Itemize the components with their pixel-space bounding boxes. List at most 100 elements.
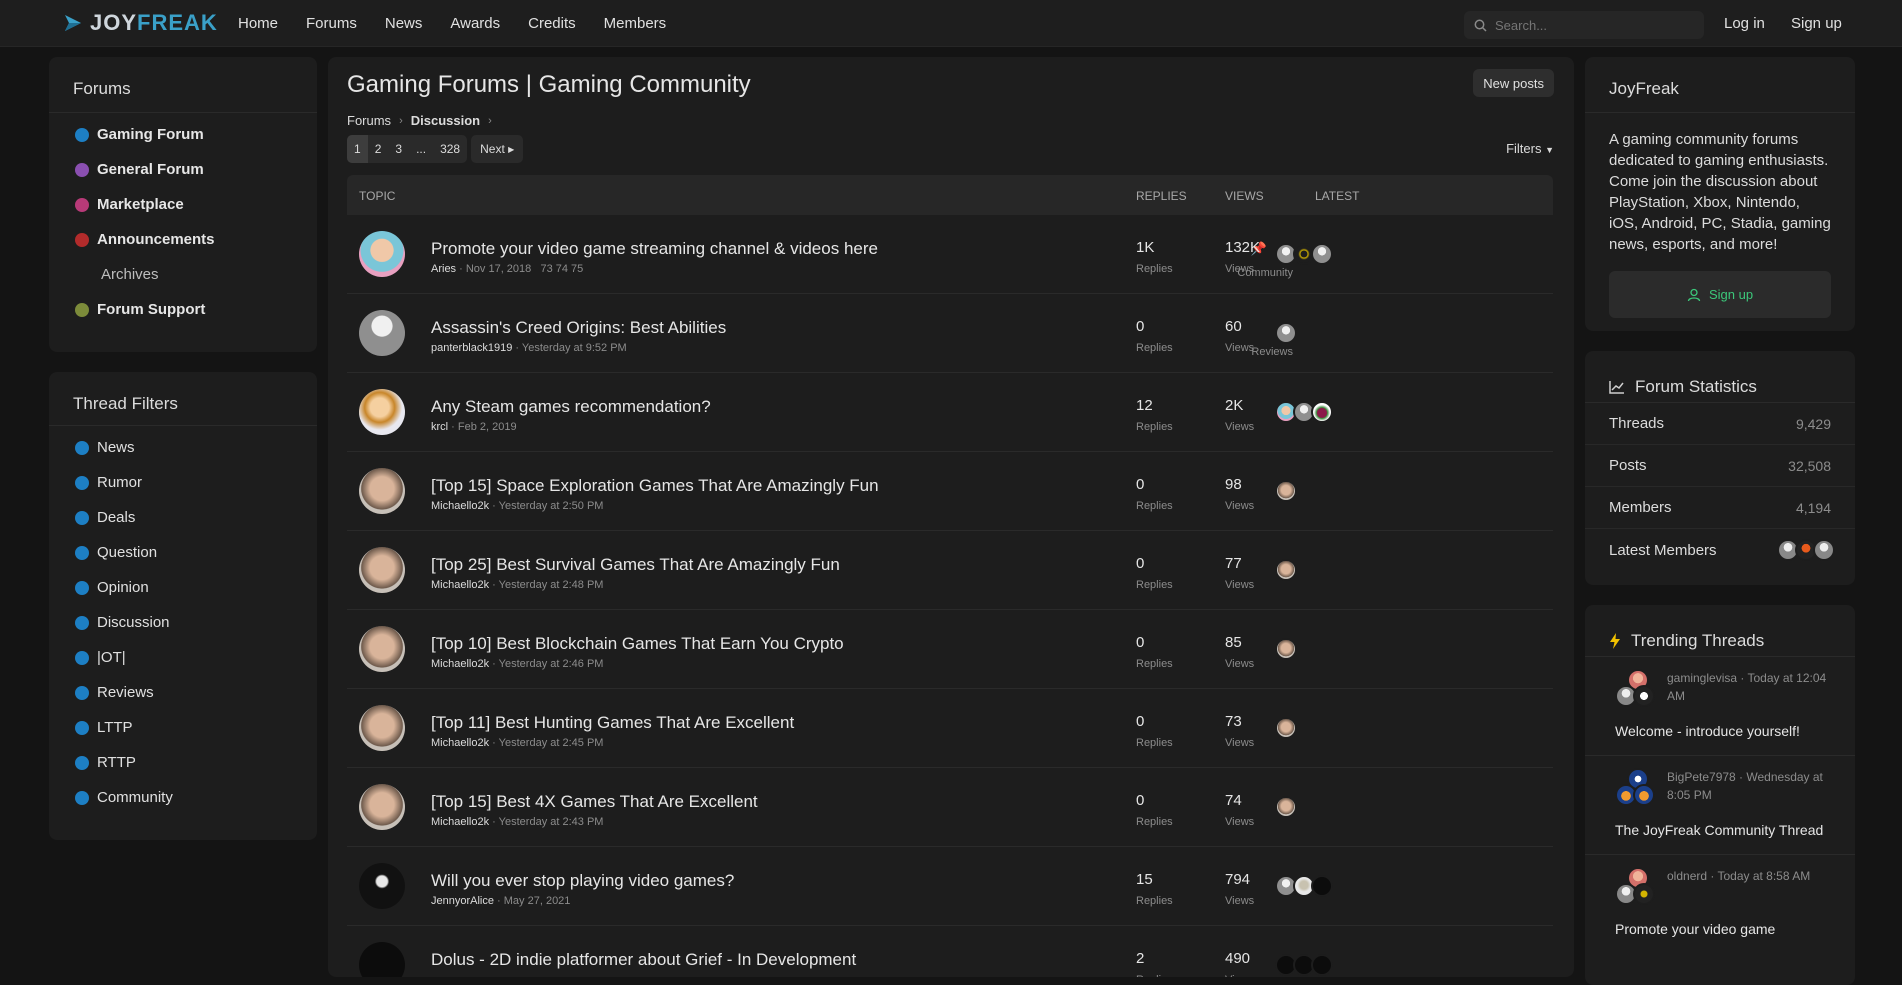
latest-poster-avatar[interactable] xyxy=(1275,559,1297,581)
nav-news[interactable]: News xyxy=(371,15,437,32)
thread-title[interactable]: Any Steam games recommendation? xyxy=(431,397,711,417)
thread-filter-item[interactable]: RTTP xyxy=(49,745,317,780)
thread-title[interactable]: [Top 11] Best Hunting Games That Are Exc… xyxy=(431,713,794,733)
author-avatar[interactable] xyxy=(359,389,405,435)
thread-filter-item[interactable]: Rumor xyxy=(49,465,317,500)
latest-poster-avatar[interactable] xyxy=(1275,322,1297,344)
thread-title[interactable]: [Top 10] Best Blockchain Games That Earn… xyxy=(431,634,844,654)
page-2[interactable]: 2 xyxy=(368,135,389,163)
thread-row[interactable]: Dolus - 2D indie platformer about Grief … xyxy=(347,926,1553,977)
latest-poster-avatar[interactable] xyxy=(1311,401,1333,423)
thread-author[interactable]: Michaello2k xyxy=(431,816,489,828)
thread-filter-item[interactable]: Discussion xyxy=(49,605,317,640)
author-avatar[interactable] xyxy=(359,705,405,751)
thread-filter-item[interactable]: News xyxy=(49,430,317,465)
thread-filter-item[interactable]: Question xyxy=(49,535,317,570)
trending-item[interactable]: oldnerd · Today at 8:58 AM Promote your … xyxy=(1585,855,1855,939)
author-avatar[interactable] xyxy=(359,468,405,514)
thread-row[interactable]: Will you ever stop playing video games? J… xyxy=(347,847,1553,926)
thread-row[interactable]: Promote your video game streaming channe… xyxy=(347,215,1553,294)
thread-author[interactable]: Aries xyxy=(431,263,456,275)
thread-date[interactable]: Yesterday at 2:50 PM xyxy=(499,500,604,512)
thread-filter-item[interactable]: LTTP xyxy=(49,710,317,745)
author-avatar[interactable] xyxy=(359,784,405,830)
sidebar-item-forum[interactable]: Archives xyxy=(49,257,317,292)
thread-date[interactable]: Yesterday at 9:52 PM xyxy=(522,342,627,354)
page-3[interactable]: 3 xyxy=(388,135,409,163)
thread-row[interactable]: Assassin's Creed Origins: Best Abilities… xyxy=(347,294,1553,373)
thread-title[interactable]: Dolus - 2D indie platformer about Grief … xyxy=(431,950,856,970)
author-avatar[interactable] xyxy=(359,547,405,593)
thread-filter-item[interactable]: Community xyxy=(49,780,317,815)
breadcrumb-discussion[interactable]: Discussion xyxy=(411,113,480,128)
trending-item[interactable]: BigPete7978 · Wednesday at 8:05 PM The J… xyxy=(1585,756,1855,855)
thread-row[interactable]: [Top 10] Best Blockchain Games That Earn… xyxy=(347,610,1553,689)
thread-date[interactable]: May 27, 2021 xyxy=(504,895,571,907)
latest-poster-avatar[interactable] xyxy=(1275,638,1297,660)
thread-row[interactable]: [Top 25] Best Survival Games That Are Am… xyxy=(347,531,1553,610)
thread-row[interactable]: [Top 15] Space Exploration Games That Ar… xyxy=(347,452,1553,531)
thread-title[interactable]: Promote your video game streaming channe… xyxy=(431,239,878,259)
thread-filter-item[interactable]: Reviews xyxy=(49,675,317,710)
author-avatar[interactable] xyxy=(359,626,405,672)
new-posts-button[interactable]: New posts xyxy=(1473,69,1554,97)
latest-poster-avatar[interactable] xyxy=(1311,243,1333,265)
page-1[interactable]: 1 xyxy=(347,135,368,163)
thread-title[interactable]: Assassin's Creed Origins: Best Abilities xyxy=(431,318,726,338)
thread-date[interactable]: Yesterday at 2:43 PM xyxy=(499,816,604,828)
nav-credits[interactable]: Credits xyxy=(514,15,590,32)
latest-poster-avatar[interactable] xyxy=(1275,796,1297,818)
latest-poster-avatar[interactable] xyxy=(1311,875,1333,897)
thread-filter-item[interactable]: Opinion xyxy=(49,570,317,605)
thread-author[interactable]: Michaello2k xyxy=(431,500,489,512)
thread-title[interactable]: [Top 25] Best Survival Games That Are Am… xyxy=(431,555,840,575)
trending-item[interactable]: gaminglevisa · Today at 12:04 AM Welcome… xyxy=(1585,657,1855,756)
trending-title[interactable]: The JoyFreak Community Thread xyxy=(1615,820,1831,840)
page-last[interactable]: 328 xyxy=(433,135,467,163)
thread-pages[interactable]: 73 74 75 xyxy=(540,263,583,275)
breadcrumb-forums[interactable]: Forums xyxy=(347,113,391,128)
thread-filter-item[interactable]: Deals xyxy=(49,500,317,535)
nav-forums[interactable]: Forums xyxy=(292,15,371,32)
thread-author[interactable]: krcl xyxy=(431,421,448,433)
latest-poster-avatar[interactable] xyxy=(1275,480,1297,502)
site-logo[interactable]: JOYFREAK xyxy=(62,10,218,36)
thread-author[interactable]: panterblack1919 xyxy=(431,342,512,354)
thread-date[interactable]: Yesterday at 2:46 PM xyxy=(499,658,604,670)
thread-title[interactable]: Will you ever stop playing video games? xyxy=(431,871,734,891)
thread-date[interactable]: Feb 2, 2019 xyxy=(458,421,517,433)
search-input[interactable] xyxy=(1495,17,1685,33)
thread-title[interactable]: [Top 15] Best 4X Games That Are Excellen… xyxy=(431,792,758,812)
thread-filter-item[interactable]: |OT| xyxy=(49,640,317,675)
sidebar-item-forum[interactable]: Announcements xyxy=(49,222,317,257)
thread-author[interactable]: Michaello2k xyxy=(431,737,489,749)
thread-row[interactable]: [Top 11] Best Hunting Games That Are Exc… xyxy=(347,689,1553,768)
sidebar-item-forum[interactable]: Marketplace xyxy=(49,187,317,222)
member-avatar[interactable] xyxy=(1813,539,1835,561)
search-box[interactable] xyxy=(1464,11,1704,39)
thread-row[interactable]: Any Steam games recommendation? krcl · Fe… xyxy=(347,373,1553,452)
trending-title[interactable]: Promote your video game xyxy=(1615,919,1831,939)
nav-members[interactable]: Members xyxy=(590,15,681,32)
thread-prefix[interactable]: Reviews xyxy=(1251,346,1293,358)
thread-title[interactable]: [Top 15] Space Exploration Games That Ar… xyxy=(431,476,879,496)
author-avatar[interactable] xyxy=(359,231,405,277)
nav-home[interactable]: Home xyxy=(226,15,292,32)
author-avatar[interactable] xyxy=(359,942,405,977)
sidebar-item-forum[interactable]: Gaming Forum xyxy=(49,117,317,152)
thread-author[interactable]: Michaello2k xyxy=(431,658,489,670)
sidebar-item-forum[interactable]: General Forum xyxy=(49,152,317,187)
thread-author[interactable]: Michaello2k xyxy=(431,579,489,591)
author-avatar[interactable] xyxy=(359,863,405,909)
nav-awards[interactable]: Awards xyxy=(436,15,514,32)
thread-author[interactable]: JennyorAlice xyxy=(431,895,494,907)
filters-dropdown[interactable]: Filters ▼ xyxy=(1506,141,1554,156)
latest-poster-avatar[interactable] xyxy=(1311,954,1333,976)
next-page-button[interactable]: Next ▶ xyxy=(471,135,524,163)
sidebar-item-forum[interactable]: Forum Support xyxy=(49,292,317,327)
thread-date[interactable]: Yesterday at 2:48 PM xyxy=(499,579,604,591)
thread-row[interactable]: [Top 15] Best 4X Games That Are Excellen… xyxy=(347,768,1553,847)
thread-date[interactable]: Yesterday at 2:45 PM xyxy=(499,737,604,749)
trending-title[interactable]: Welcome - introduce yourself! xyxy=(1615,721,1831,741)
page-ellipsis[interactable]: ... xyxy=(409,135,433,163)
